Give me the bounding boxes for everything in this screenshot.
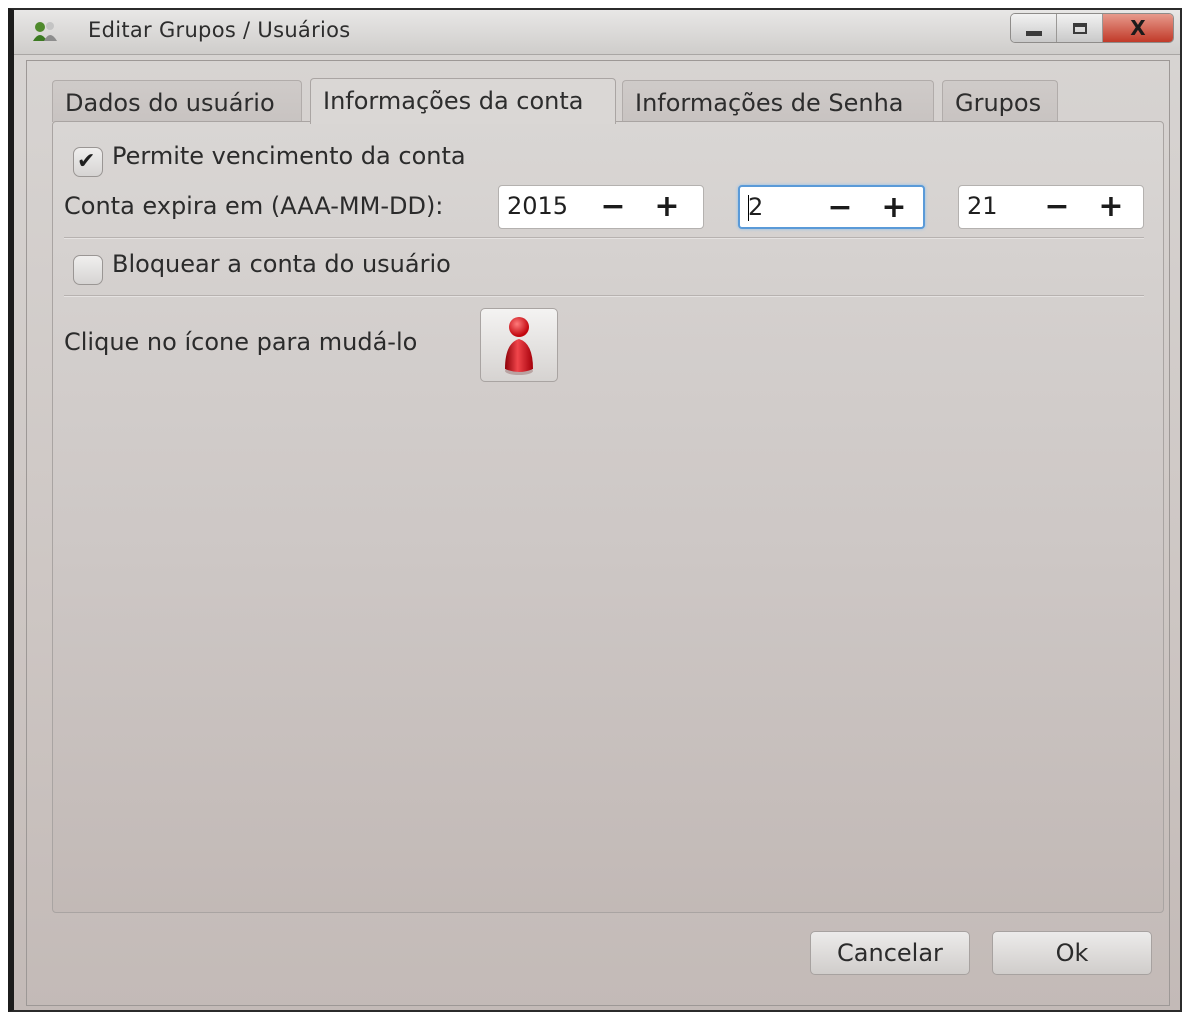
users-groups-app-icon (33, 22, 57, 41)
month-decrement-button[interactable]: − (822, 189, 858, 225)
title-bar[interactable]: Editar Grupos / Usuários X (14, 10, 1180, 55)
month-increment-button[interactable]: + (876, 189, 912, 225)
lock-account-label[interactable]: Bloquear a conta do usuário (112, 250, 451, 278)
dialog-window: Editar Grupos / Usuários X Dados do usuá… (8, 8, 1182, 1012)
tab-panel-account-info (52, 121, 1164, 913)
expiry-day-value[interactable]: 21 (967, 192, 998, 220)
icon-hint-label: Clique no ícone para mudá-lo (64, 328, 418, 356)
close-button[interactable]: X (1103, 14, 1173, 42)
separator (64, 237, 1144, 239)
year-increment-button[interactable]: + (649, 188, 685, 224)
day-decrement-button[interactable]: − (1039, 188, 1075, 224)
expiry-year-spinbox[interactable]: 2015 − + (498, 185, 704, 229)
expiry-month-value[interactable]: 2 (748, 193, 763, 221)
allow-expiry-checkbox[interactable]: ✔ (73, 147, 103, 177)
lock-account-checkbox[interactable] (73, 255, 103, 285)
allow-expiry-label[interactable]: Permite vencimento da conta (112, 142, 466, 170)
day-increment-button[interactable]: + (1093, 188, 1129, 224)
change-icon-button[interactable] (480, 308, 558, 382)
year-decrement-button[interactable]: − (595, 188, 631, 224)
tab-informacoes-de-senha[interactable]: Informações de Senha (622, 80, 934, 122)
tab-dados-do-usuario[interactable]: Dados do usuário (52, 80, 302, 122)
ok-button[interactable]: Ok (992, 931, 1152, 975)
minimize-icon (1025, 30, 1042, 36)
cancel-button[interactable]: Cancelar (810, 931, 970, 975)
user-avatar-icon (505, 317, 533, 375)
expiry-day-spinbox[interactable]: 21 − + (958, 185, 1144, 229)
tab-informacoes-da-conta[interactable]: Informações da conta (310, 78, 616, 124)
expiry-month-spinbox[interactable]: 2 − + (738, 185, 925, 229)
close-icon: X (1130, 16, 1146, 40)
minimize-button[interactable] (1011, 14, 1057, 42)
window-title: Editar Grupos / Usuários (88, 18, 351, 42)
maximize-button[interactable] (1057, 14, 1103, 42)
expiry-date-label: Conta expira em (AAA-MM-DD): (64, 192, 444, 220)
tab-grupos[interactable]: Grupos (942, 80, 1058, 122)
maximize-icon (1072, 22, 1087, 34)
window-controls: X (1010, 13, 1174, 43)
expiry-year-value[interactable]: 2015 (507, 192, 568, 220)
checkmark-icon: ✔ (77, 149, 96, 174)
separator (64, 295, 1144, 297)
